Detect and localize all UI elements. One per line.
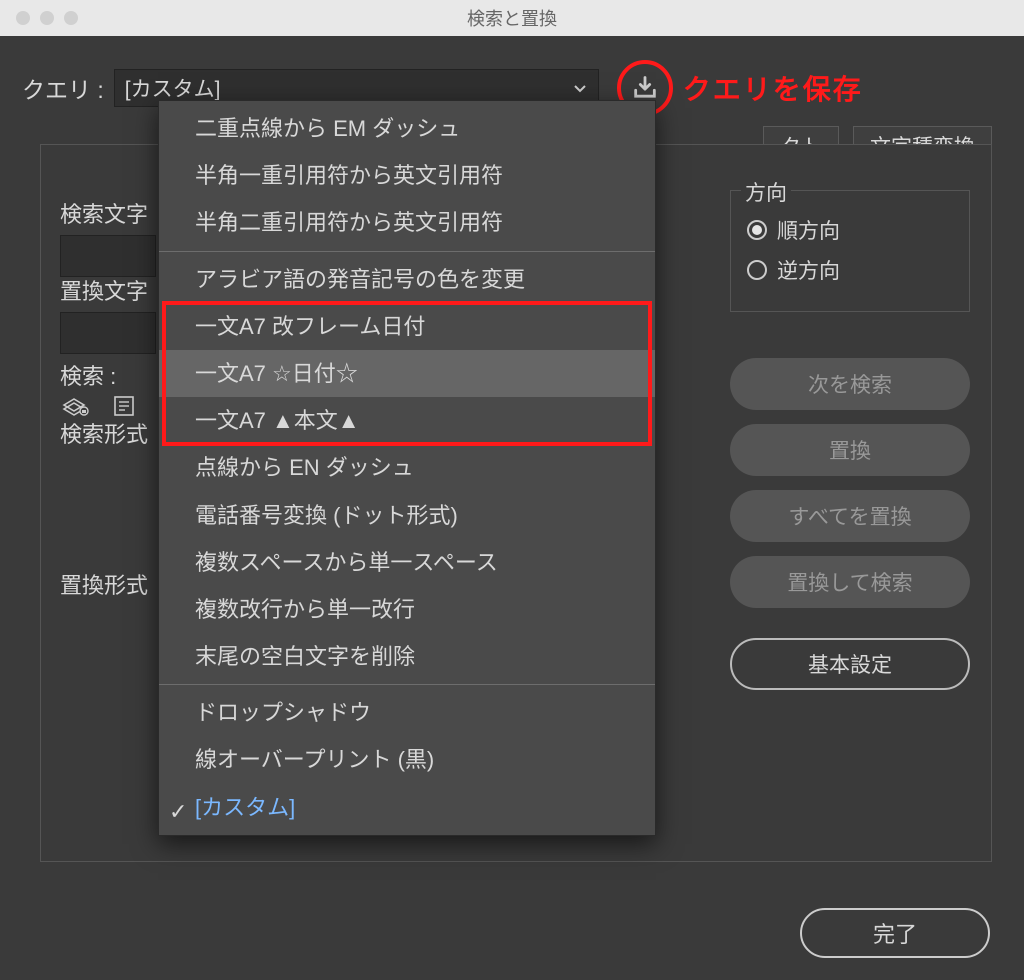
dropdown-item[interactable]: 末尾の空白文字を削除 xyxy=(159,633,655,680)
dropdown-separator xyxy=(159,684,655,685)
dropdown-item[interactable]: 半角二重引用符から英文引用符 xyxy=(159,199,655,246)
locked-layer-icon[interactable] xyxy=(60,392,92,420)
dropdown-item[interactable]: 点線から EN ダッシュ xyxy=(159,444,655,491)
radio-checked-icon xyxy=(747,220,767,240)
footnote-icon[interactable] xyxy=(108,392,140,420)
direction-group: 方向 順方向 逆方向 xyxy=(730,190,970,312)
direction-backward-option[interactable]: 逆方向 xyxy=(747,255,953,285)
minimize-window-icon[interactable] xyxy=(40,11,54,25)
basic-settings-button[interactable]: 基本設定 xyxy=(730,638,970,690)
replace-string-label: 置換文字 xyxy=(60,277,156,308)
find-format-label: 検索形式 xyxy=(60,420,156,451)
search-scope-label: 検索 : xyxy=(60,362,156,393)
radio-unchecked-icon xyxy=(747,260,767,280)
direction-forward-label: 順方向 xyxy=(777,215,840,245)
direction-backward-label: 逆方向 xyxy=(777,255,840,285)
dropdown-item[interactable]: 一文A7 改フレーム日付 xyxy=(159,303,655,350)
dropdown-separator xyxy=(159,251,655,252)
done-button[interactable]: 完了 xyxy=(800,908,990,958)
find-string-input[interactable] xyxy=(60,235,156,277)
titlebar: 検索と置換 xyxy=(0,0,1024,36)
direction-title: 方向 xyxy=(741,177,791,207)
dropdown-item[interactable]: 一文A7 ☆日付☆ xyxy=(159,350,655,397)
find-next-button[interactable]: 次を検索 xyxy=(730,358,970,410)
chevron-down-icon xyxy=(572,80,588,96)
dropdown-item[interactable]: 電話番号変換 (ドット形式) xyxy=(159,492,655,539)
replace-format-label: 置換形式 xyxy=(60,571,156,602)
find-string-label: 検索文字 xyxy=(60,200,156,231)
window-controls[interactable] xyxy=(0,11,78,25)
dropdown-item[interactable]: 複数改行から単一改行 xyxy=(159,586,655,633)
zoom-window-icon[interactable] xyxy=(64,11,78,25)
dropdown-item[interactable]: 複数スペースから単一スペース xyxy=(159,539,655,586)
save-query-annotation: クエリを保存 xyxy=(683,68,863,108)
dropdown-item[interactable]: 半角一重引用符から英文引用符 xyxy=(159,152,655,199)
change-button[interactable]: 置換 xyxy=(730,424,970,476)
dropdown-item[interactable]: [カスタム]✓ xyxy=(159,784,655,831)
query-dropdown-list[interactable]: 二重点線から EM ダッシュ半角一重引用符から英文引用符半角二重引用符から英文引… xyxy=(158,100,656,836)
window-title: 検索と置換 xyxy=(0,5,1024,31)
dropdown-item[interactable]: 二重点線から EM ダッシュ xyxy=(159,105,655,152)
query-label: クエリ : xyxy=(22,71,104,105)
dropdown-item[interactable]: 線オーバープリント (黒) xyxy=(159,736,655,783)
change-find-button[interactable]: 置換して検索 xyxy=(730,556,970,608)
checkmark-icon: ✓ xyxy=(169,794,187,829)
dropdown-item[interactable]: ドロップシャドウ xyxy=(159,689,655,736)
change-all-button[interactable]: すべてを置換 xyxy=(730,490,970,542)
save-query-icon[interactable] xyxy=(631,74,659,102)
replace-string-input[interactable] xyxy=(60,312,156,354)
query-select-value: [カスタム] xyxy=(125,73,221,103)
close-window-icon[interactable] xyxy=(16,11,30,25)
direction-forward-option[interactable]: 順方向 xyxy=(747,215,953,245)
dropdown-item[interactable]: アラビア語の発音記号の色を変更 xyxy=(159,256,655,303)
dropdown-item[interactable]: 一文A7 ▲本文▲ xyxy=(159,397,655,444)
